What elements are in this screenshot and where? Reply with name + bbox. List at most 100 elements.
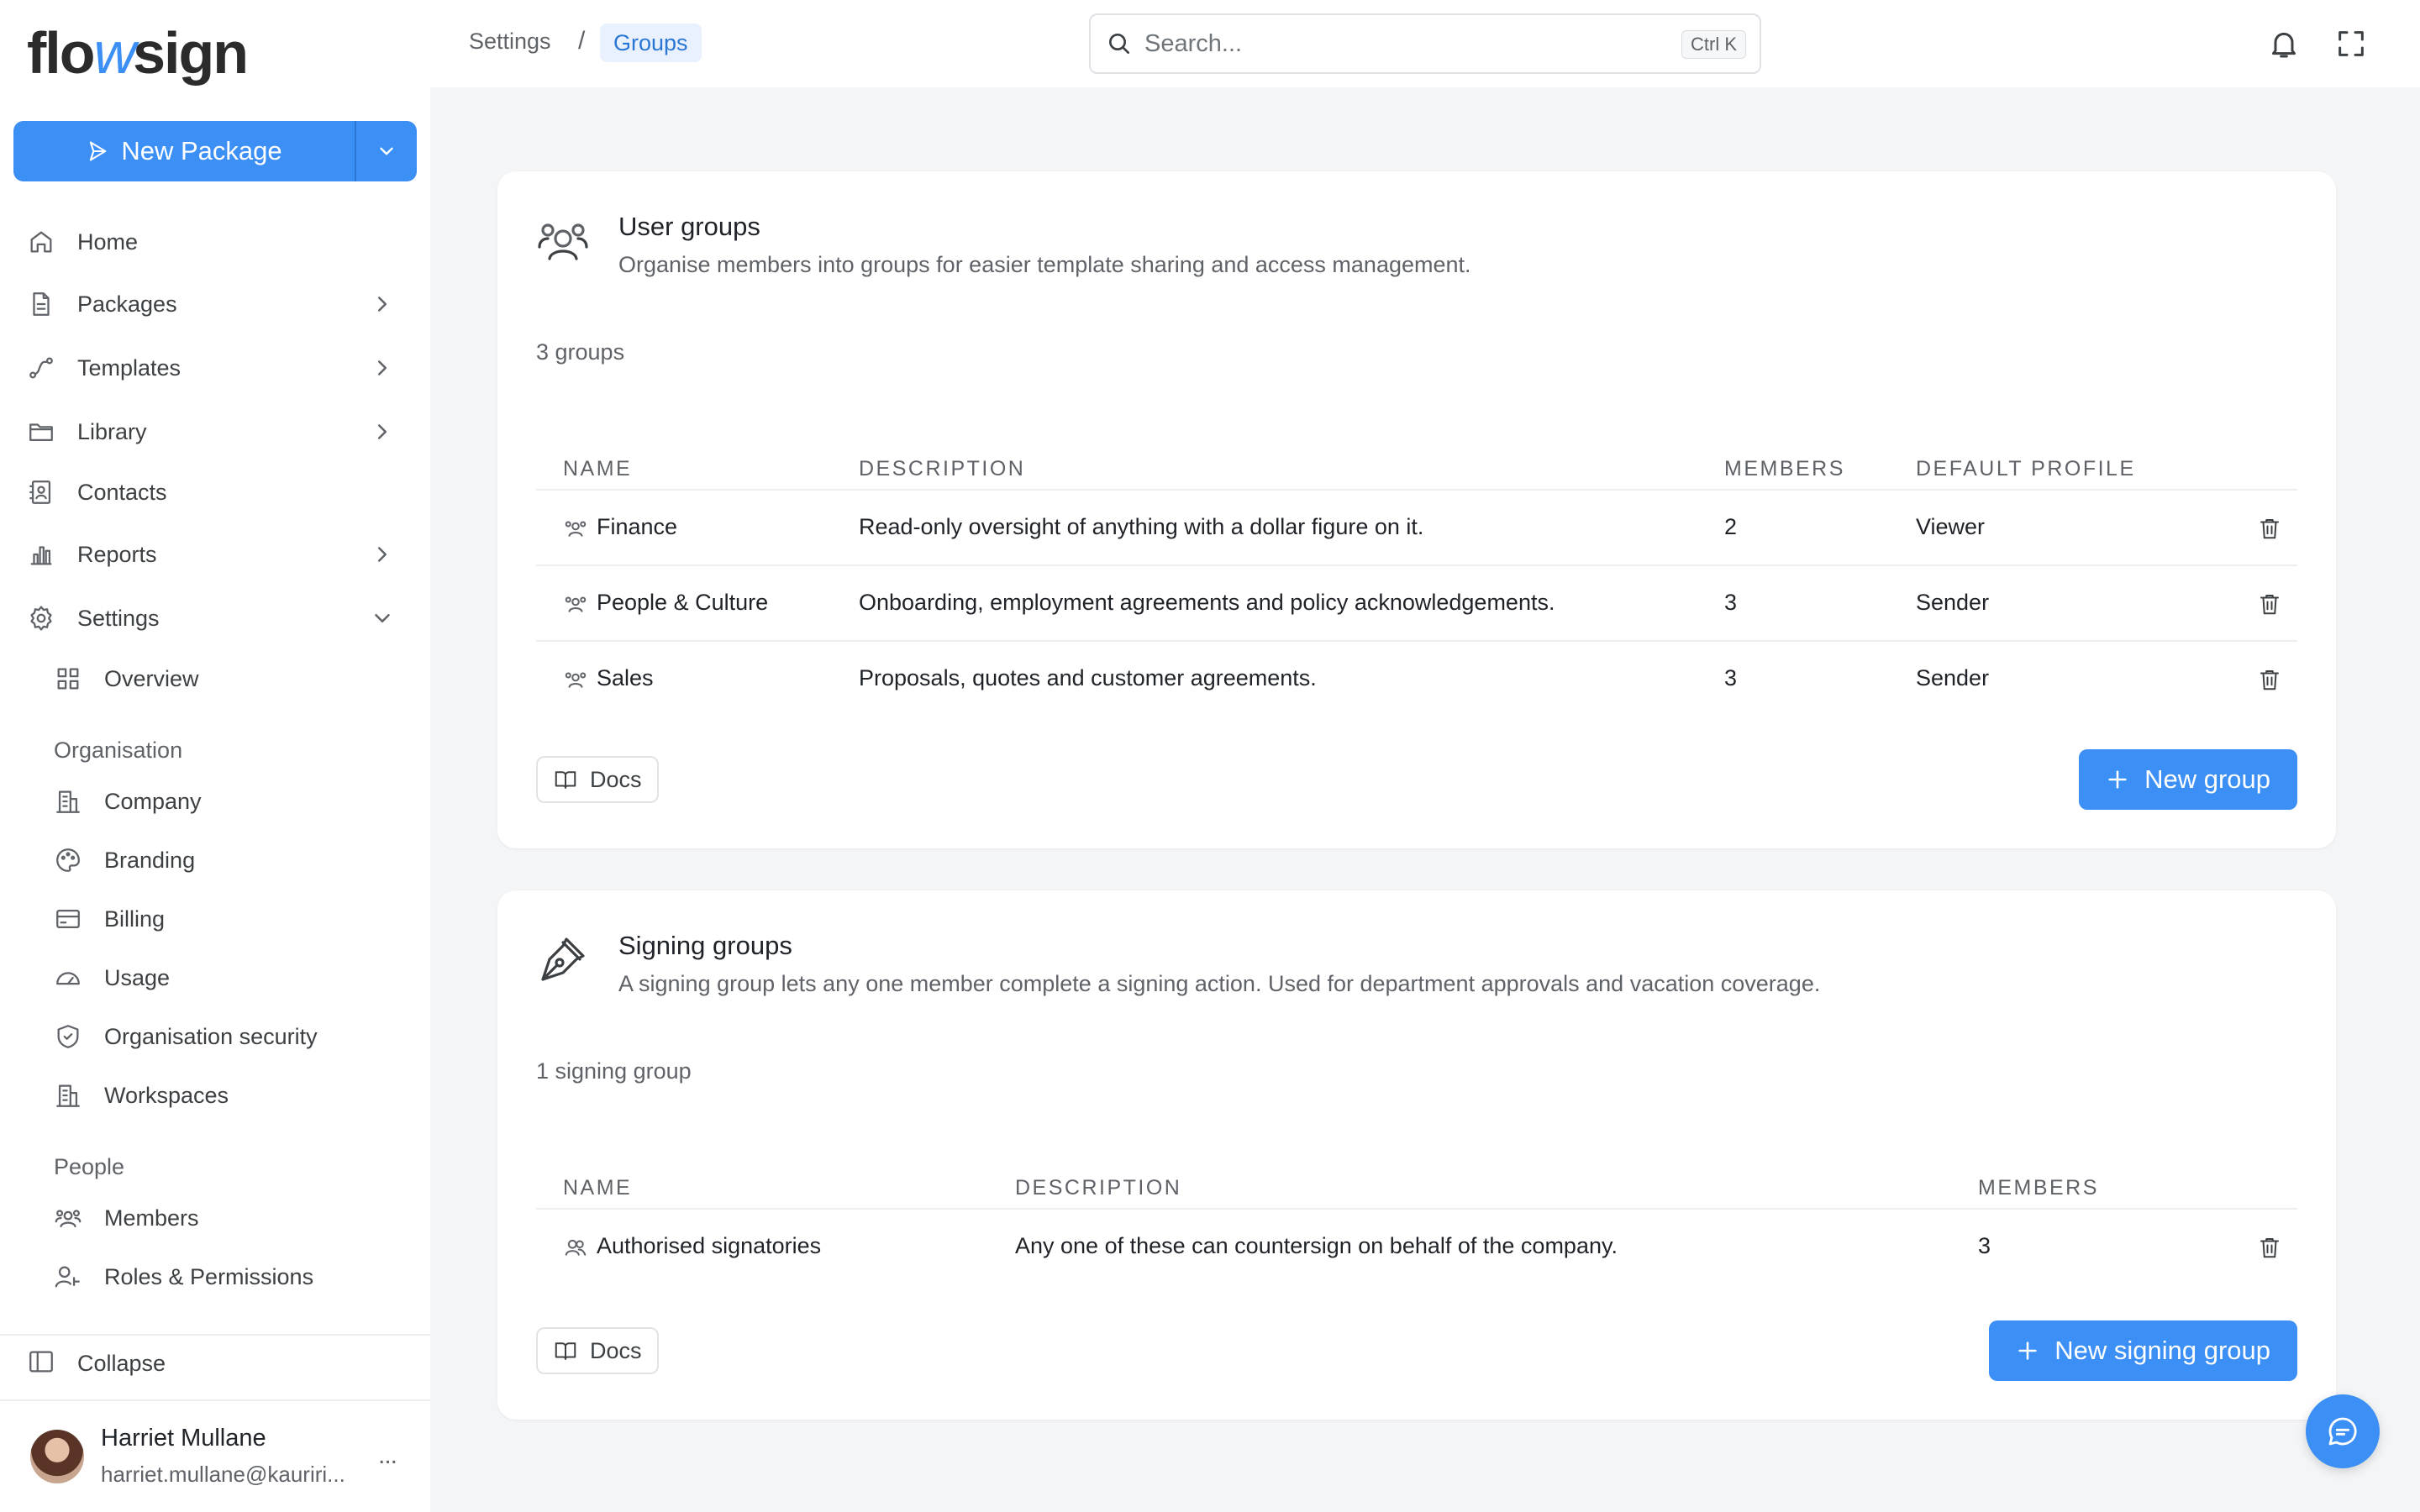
group-count: 3 groups <box>536 339 625 365</box>
collapse-sidebar-button[interactable]: Collapse <box>0 1334 430 1388</box>
more-options-icon[interactable]: ... <box>378 1441 397 1470</box>
new-package-dropdown-button[interactable] <box>356 121 417 181</box>
group-members: 2 <box>1724 514 1738 539</box>
column-header-members: MEMBERS <box>1978 1176 2099 1200</box>
signing-group-members: 3 <box>1978 1233 1991 1258</box>
sidebar-item-workspaces[interactable]: Workspaces <box>0 1070 430 1121</box>
plus-icon <box>2108 770 2127 789</box>
sidebar-item-label: Home <box>77 228 139 255</box>
signing-group-name: Authorised signatories <box>597 1233 822 1258</box>
sidebar-item-label: Settings <box>77 605 160 631</box>
docs-label: Docs <box>590 766 642 792</box>
table-row[interactable]: Sales Proposals, quotes and customer agr… <box>536 642 2297 717</box>
collapse-label: Collapse <box>77 1351 166 1376</box>
sidebar-item-library[interactable]: Library <box>0 407 430 457</box>
bell-icon[interactable] <box>2267 27 2301 60</box>
users-icon <box>538 223 588 260</box>
trash-icon[interactable] <box>2257 1235 2282 1260</box>
chat-button[interactable] <box>2306 1394 2380 1468</box>
sidebar-item-usage[interactable]: Usage <box>0 953 430 1003</box>
user-email: harriet.mullane@kauriri... <box>101 1462 345 1487</box>
folder-icon <box>29 423 53 442</box>
gauge-icon <box>56 972 80 985</box>
group-description: Proposals, quotes and customer agreement… <box>859 665 1317 690</box>
group-description: Onboarding, employment agreements and po… <box>859 590 1555 615</box>
trash-icon[interactable] <box>2257 516 2282 541</box>
breadcrumb-separator: / <box>578 27 586 55</box>
building-icon <box>56 790 80 813</box>
workflow-icon <box>29 357 53 379</box>
column-header-default-profile: DEFAULT PROFILE <box>1916 457 2136 480</box>
table-row[interactable]: People & Culture Onboarding, employment … <box>536 566 2297 642</box>
sidebar-item-label: Organisation security <box>104 1023 318 1049</box>
table-row[interactable]: Finance Read-only oversight of anything … <box>536 491 2297 566</box>
sidebar-item-packages[interactable]: Packages <box>0 279 430 329</box>
section-label-people: People <box>54 1154 125 1179</box>
chevron-right-icon <box>378 297 387 312</box>
docs-button[interactable]: Docs <box>536 756 659 803</box>
new-signing-group-button[interactable]: New signing group <box>1989 1320 2297 1381</box>
trash-icon[interactable] <box>2257 591 2282 617</box>
grid-icon <box>57 668 79 690</box>
sidebar-item-billing[interactable]: Billing <box>0 894 430 944</box>
table-row[interactable]: Authorised signatories Any one of these … <box>536 1210 2297 1285</box>
search-input[interactable] <box>1144 27 1649 60</box>
table-header: NAME DESCRIPTION MEMBERS DEFAULT PROFILE <box>536 432 2297 491</box>
group-members: 3 <box>1724 665 1738 690</box>
column-header-name: NAME <box>563 457 633 480</box>
sidebar-item-templates[interactable]: Templates <box>0 343 430 393</box>
sidebar-item-contacts[interactable]: Contacts <box>0 467 430 517</box>
breadcrumb-groups[interactable]: Groups <box>600 24 702 62</box>
sidebar-item-overview[interactable]: Overview <box>0 654 430 704</box>
flowsign-logo[interactable]: flo w sign <box>27 20 249 86</box>
table-header: NAME DESCRIPTION MEMBERS <box>536 1151 2297 1210</box>
group-name: Finance <box>597 514 678 539</box>
fullscreen-icon[interactable] <box>2334 27 2368 60</box>
sidebar-item-label: Company <box>104 788 202 814</box>
group-description: Read-only oversight of anything with a d… <box>859 514 1424 539</box>
sidebar: flo w sign New Package Home Packages Templ… <box>0 0 430 1512</box>
users-icon <box>55 1210 82 1228</box>
sidebar-item-organisation-security[interactable]: Organisation security <box>0 1011 430 1062</box>
breadcrumb-settings[interactable]: Settings <box>469 29 551 55</box>
column-header-description: DESCRIPTION <box>859 457 1026 480</box>
search-box[interactable]: Ctrl K <box>1089 13 1761 74</box>
signing-groups-card: Signing groups A signing group lets any … <box>497 890 2336 1420</box>
document-icon <box>33 292 50 316</box>
new-signing-group-label: New signing group <box>2054 1336 2270 1365</box>
new-package-split-button: New Package <box>13 121 417 181</box>
sidebar-item-settings[interactable]: Settings <box>0 593 430 643</box>
group-default-profile: Sender <box>1916 590 1990 615</box>
plus-icon <box>2018 1341 2037 1360</box>
new-package-button[interactable]: New Package <box>13 121 356 181</box>
sidebar-item-label: Overview <box>104 665 199 691</box>
group-name: People & Culture <box>597 590 769 615</box>
sidebar-item-branding[interactable]: Branding <box>0 835 430 885</box>
group-default-profile: Viewer <box>1916 514 1986 539</box>
sidebar-item-home[interactable]: Home <box>0 217 430 267</box>
column-header-description: DESCRIPTION <box>1015 1176 1182 1200</box>
building-icon <box>56 1084 80 1107</box>
docs-label: Docs <box>590 1337 642 1363</box>
signing-group-description: Any one of these can countersign on beha… <box>1015 1233 1618 1258</box>
logo-text-end: sign <box>133 20 249 86</box>
card-title: User groups <box>618 212 760 241</box>
trash-icon[interactable] <box>2257 667 2282 692</box>
sidebar-item-label: Contacts <box>77 479 167 505</box>
main-content: User groups Organise members into groups… <box>430 87 2420 1512</box>
user-profile[interactable]: Harriet Mullane harriet.mullane@kauriri.… <box>0 1399 430 1512</box>
logo-text-accent: w <box>93 20 137 86</box>
sidebar-item-company[interactable]: Company <box>0 776 430 827</box>
sidebar-item-reports[interactable]: Reports <box>0 529 430 580</box>
chevron-down-icon <box>375 614 390 622</box>
new-group-button[interactable]: New group <box>2079 749 2297 810</box>
docs-button[interactable]: Docs <box>536 1327 659 1374</box>
users-icon <box>565 672 587 688</box>
sidebar-item-label: Usage <box>104 964 171 990</box>
logo-text: flo <box>27 20 96 86</box>
sidebar-item-label: Branding <box>104 847 196 873</box>
sidebar-item-members[interactable]: Members <box>0 1193 430 1243</box>
chat-icon <box>2328 1417 2357 1446</box>
sidebar-item-roles-permissions[interactable]: Roles & Permissions <box>0 1252 430 1302</box>
chevron-right-icon <box>378 547 387 562</box>
